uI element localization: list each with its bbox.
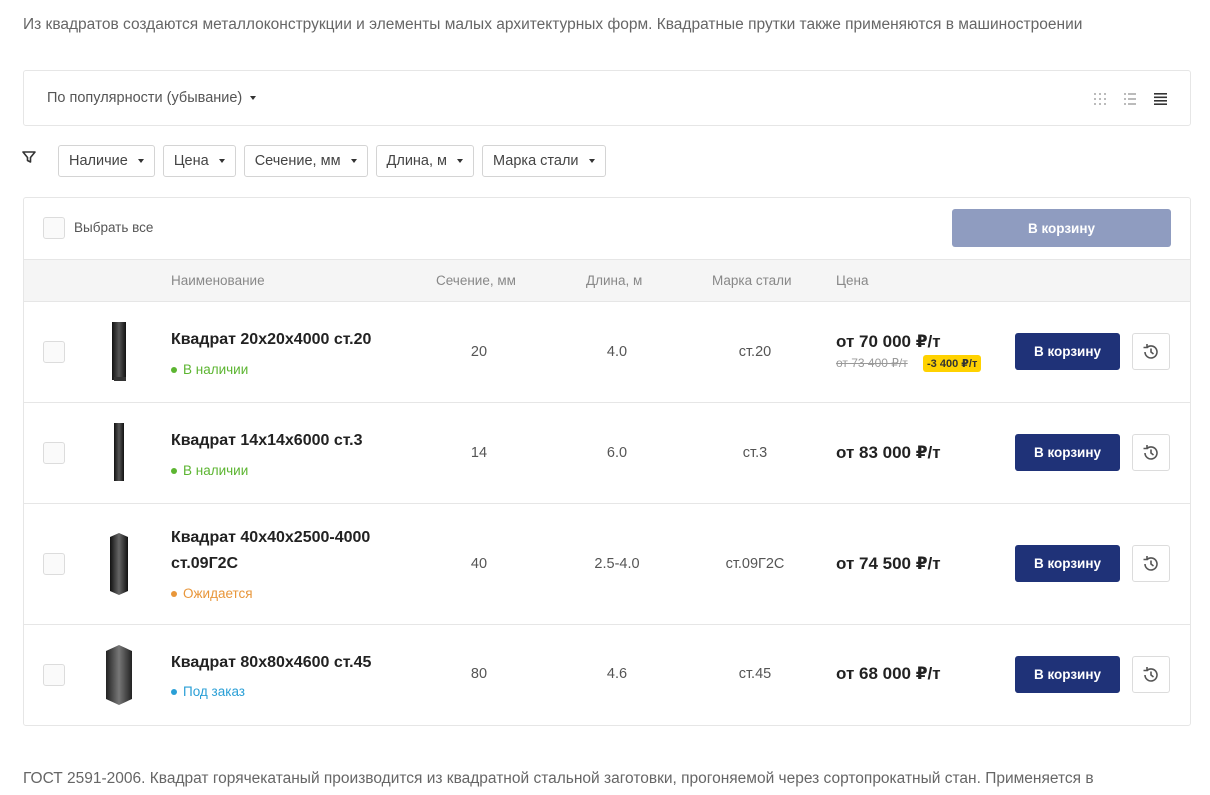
product-image [102, 529, 136, 599]
table-header: Наименование Сечение, мм Длина, м Марка … [24, 260, 1190, 302]
row-checkbox[interactable] [43, 341, 65, 363]
price-history-button[interactable] [1132, 545, 1170, 582]
price: от 83 000 ₽/т [836, 443, 941, 462]
add-to-cart-button[interactable]: В корзину [1015, 545, 1120, 582]
stock-status: Под заказ [171, 684, 245, 699]
status-dot-icon [171, 688, 177, 695]
status-dot-icon [171, 590, 177, 597]
table-view-icon[interactable] [1152, 91, 1168, 107]
product-name[interactable]: Квадрат 20х20х4000 ст.20 [171, 327, 401, 353]
grade-value: ст.45 [738, 666, 772, 682]
price-history-button[interactable] [1132, 333, 1170, 370]
old-price: от 73 400 ₽/т [836, 356, 908, 370]
price: от 74 500 ₽/т [836, 554, 941, 573]
grade-value: ст.20 [738, 344, 772, 360]
table-row: Квадрат 14х14х6000 ст.3 В наличии 14 6.0… [24, 403, 1190, 504]
caret-down-icon [137, 159, 144, 163]
add-selected-to-cart-button[interactable]: В корзину [952, 209, 1171, 247]
caret-down-icon [250, 96, 257, 100]
section-value: 20 [470, 344, 488, 360]
stock-status: Ожидается [171, 586, 253, 601]
filter-section[interactable]: Сечение, мм [243, 145, 368, 177]
status-dot-icon [171, 366, 177, 373]
length-value: 4.0 [606, 344, 628, 360]
grid-view-icon[interactable] [1092, 91, 1108, 107]
add-to-cart-button[interactable]: В корзину [1015, 656, 1120, 693]
price: от 70 000 ₽/т [836, 332, 941, 351]
product-name[interactable]: Квадрат 80х80х4600 ст.45 [171, 650, 401, 676]
select-bar: Выбрать все В корзину [24, 198, 1190, 260]
select-all-checkbox[interactable] [43, 217, 65, 239]
product-table: Выбрать все В корзину Наименование Сечен… [23, 197, 1191, 726]
length-value: 6.0 [606, 445, 628, 461]
filter-length[interactable]: Длина, м [375, 145, 475, 177]
row-checkbox[interactable] [43, 442, 65, 464]
table-row: Квадрат 20х20х4000 ст.20 В наличии 20 4.… [24, 302, 1190, 403]
stock-label: В наличии [183, 463, 249, 478]
filter-chips: Наличие Цена Сечение, мм Длина, м Марка … [58, 145, 606, 177]
column-header-name: Наименование [171, 273, 265, 288]
filter-label: Наличие [69, 153, 128, 169]
filter-label: Сечение, мм [254, 153, 341, 169]
caret-down-icon [218, 159, 225, 163]
row-checkbox[interactable] [43, 664, 65, 686]
table-row: Квадрат 40х40х2500-4000 ст.09Г2С Ожидает… [24, 504, 1190, 625]
column-header-length: Длина, м [586, 273, 643, 288]
price-history-button[interactable] [1132, 434, 1170, 471]
stock-label: В наличии [183, 362, 249, 377]
history-icon [1143, 555, 1158, 571]
history-icon [1143, 666, 1158, 682]
filter-icon[interactable] [22, 150, 36, 164]
section-value: 14 [470, 445, 488, 461]
select-all-label: Выбрать все [74, 220, 154, 235]
caret-down-icon [588, 159, 595, 163]
section-value: 80 [470, 666, 488, 682]
grade-value: ст.09Г2С [725, 556, 785, 572]
section-value: 40 [470, 556, 488, 572]
view-switcher [1092, 91, 1168, 107]
caret-down-icon [350, 159, 357, 163]
add-to-cart-button[interactable]: В корзину [1015, 434, 1120, 471]
stock-status: В наличии [171, 362, 248, 377]
list-view-icon[interactable] [1122, 91, 1138, 107]
caret-down-icon [457, 159, 464, 163]
product-image [102, 317, 136, 387]
status-dot-icon [171, 467, 177, 474]
price: от 68 000 ₽/т [836, 664, 941, 683]
add-to-cart-button[interactable]: В корзину [1015, 333, 1120, 370]
history-icon [1143, 343, 1158, 359]
stock-label: Ожидается [183, 586, 253, 601]
history-icon [1143, 444, 1158, 460]
length-value: 4.6 [606, 666, 628, 682]
sort-bar: По популярности (убывание) [23, 70, 1191, 126]
footer-description: ГОСТ 2591-2006. Квадрат горячекатаный пр… [23, 770, 1094, 787]
length-value: 2.5-4.0 [594, 556, 640, 572]
filter-availability[interactable]: Наличие [58, 145, 155, 177]
intro-text: Из квадратов создаются металлоконструкци… [23, 16, 1083, 33]
product-name[interactable]: Квадрат 40х40х2500-4000 ст.09Г2С [171, 525, 401, 577]
table-row: Квадрат 80х80х4600 ст.45 Под заказ 80 4.… [24, 625, 1190, 725]
filter-label: Марка стали [493, 153, 579, 169]
filter-label: Длина, м [386, 153, 448, 169]
filter-price[interactable]: Цена [162, 145, 236, 177]
price-history-button[interactable] [1132, 656, 1170, 693]
product-image [102, 640, 136, 710]
column-header-section: Сечение, мм [436, 273, 516, 288]
discount-badge: -3 400 ₽/т [923, 355, 982, 372]
filter-steel-grade[interactable]: Марка стали [482, 145, 606, 177]
filter-label: Цена [173, 153, 209, 169]
stock-label: Под заказ [183, 684, 245, 699]
column-header-price: Цена [836, 273, 869, 288]
column-header-grade: Марка стали [712, 273, 792, 288]
sort-select[interactable]: По популярности (убывание) [47, 90, 257, 106]
stock-status: В наличии [171, 463, 248, 478]
sort-label: По популярности (убывание) [47, 90, 243, 106]
product-name[interactable]: Квадрат 14х14х6000 ст.3 [171, 428, 401, 454]
grade-value: ст.3 [742, 445, 768, 461]
row-checkbox[interactable] [43, 553, 65, 575]
product-image [102, 418, 136, 488]
